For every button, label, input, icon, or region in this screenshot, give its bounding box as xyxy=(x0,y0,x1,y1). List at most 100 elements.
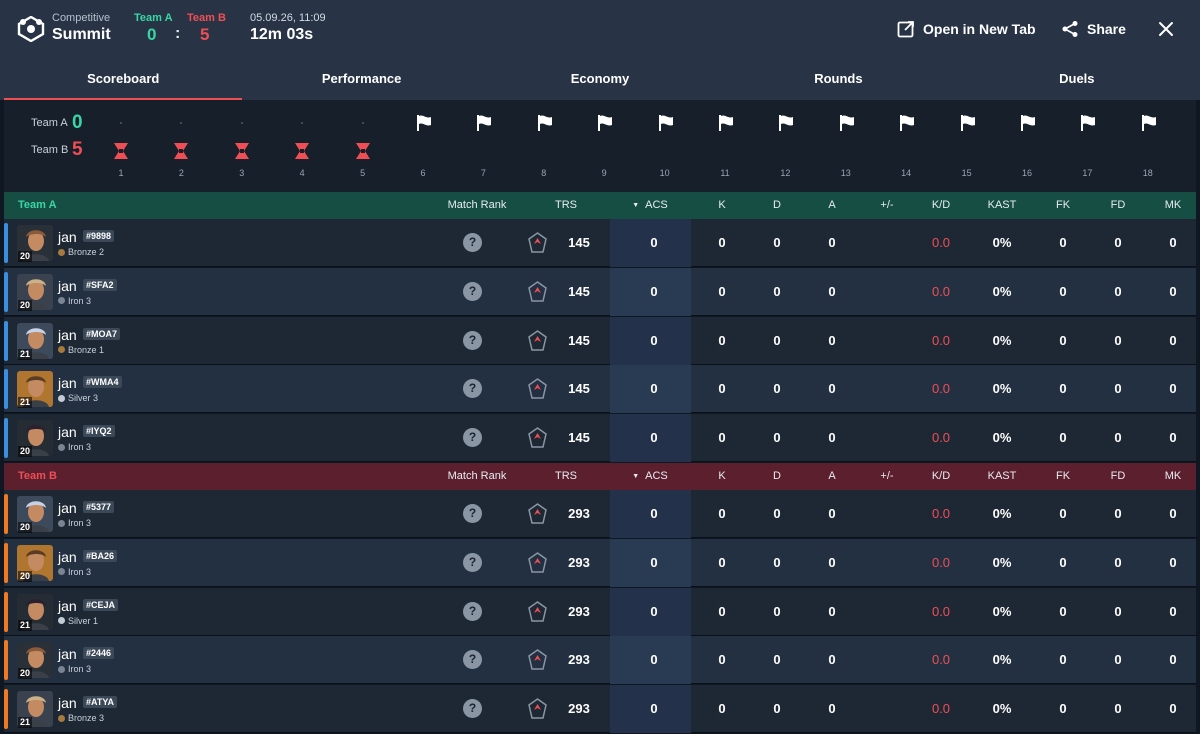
round-12[interactable]: 12 xyxy=(770,100,800,184)
column-header-kd[interactable]: K/D xyxy=(932,463,950,490)
round-number: 18 xyxy=(1142,168,1153,178)
column-header-fk[interactable]: FK xyxy=(1056,463,1070,490)
column-header-a[interactable]: A xyxy=(828,192,835,219)
match-rank-unknown-icon[interactable]: ? xyxy=(463,233,482,252)
round-15[interactable]: 15 xyxy=(952,100,982,184)
round-8[interactable]: 8 xyxy=(529,100,559,184)
round-5[interactable]: 5 xyxy=(348,100,378,184)
open-new-tab-button[interactable]: Open in New Tab xyxy=(897,18,1036,40)
stat-fk: 0 xyxy=(1059,235,1067,250)
player-name[interactable]: jan xyxy=(58,278,77,294)
tab-rounds[interactable]: Rounds xyxy=(719,56,957,100)
tab-economy[interactable]: Economy xyxy=(481,56,719,100)
stat-fd: 0 xyxy=(1114,506,1122,521)
match-rank-unknown-icon[interactable]: ? xyxy=(463,699,482,719)
column-header-match-rank[interactable]: Match Rank xyxy=(448,192,507,219)
player-name[interactable]: jan xyxy=(58,598,77,614)
round-number: 13 xyxy=(840,168,851,178)
stat-fk: 0 xyxy=(1059,332,1067,348)
round-17[interactable]: 17 xyxy=(1072,100,1102,184)
round-18[interactable]: 18 xyxy=(1133,100,1163,184)
round-6[interactable]: 6 xyxy=(408,100,438,184)
column-header-match-rank[interactable]: Match Rank xyxy=(448,463,507,490)
player-name[interactable]: jan xyxy=(58,229,77,245)
column-header-acs[interactable]: ▼ ACS xyxy=(632,192,668,219)
column-header-trs[interactable]: TRS xyxy=(555,463,577,490)
round-13[interactable]: 13 xyxy=(831,100,861,184)
stat-k: 0 xyxy=(718,554,726,570)
round-10[interactable]: 10 xyxy=(650,100,680,184)
player-name[interactable]: jan xyxy=(58,500,77,516)
share-button[interactable]: Share xyxy=(1061,18,1126,40)
share-icon xyxy=(1062,21,1078,37)
round-4[interactable]: 4 xyxy=(287,100,317,184)
player-name[interactable]: jan xyxy=(58,375,77,391)
player-row[interactable]: 21 jan #WMA4 Silver 3? 145 0 0 0 0 0.0 0% 0 0 0 xyxy=(4,365,1196,414)
round-16[interactable]: 16 xyxy=(1012,100,1042,184)
tab-scoreboard[interactable]: Scoreboard xyxy=(4,56,243,100)
column-header-kd[interactable]: K/D xyxy=(932,192,950,219)
round-3[interactable]: 3 xyxy=(227,100,257,184)
tab-performance[interactable]: Performance xyxy=(242,56,480,100)
column-header-d[interactable]: D xyxy=(773,463,781,490)
column-header-mk[interactable]: MK xyxy=(1165,192,1182,219)
player-row[interactable]: 20 jan #9898 Bronze 2? 145 0 0 0 0 0.0 0% 0 0 0 xyxy=(4,219,1196,267)
round-1[interactable]: 1 xyxy=(106,100,136,184)
stat-fk: 0 xyxy=(1059,430,1067,446)
column-header-d[interactable]: D xyxy=(773,192,781,219)
match-rank-unknown-icon[interactable]: ? xyxy=(463,650,482,670)
match-rank-unknown-icon[interactable]: ? xyxy=(463,428,482,448)
trs-rating-icon xyxy=(528,649,547,671)
player-row[interactable]: 20 jan #2446 Iron 3? 293 0 0 0 0 0.0 0% 0 0 0 xyxy=(4,636,1196,685)
timeline-team-b-score: 5 xyxy=(72,139,83,160)
stat-fd: 0 xyxy=(1114,554,1122,570)
column-header-mk[interactable]: MK xyxy=(1165,463,1182,490)
player-row[interactable]: 20 jan #SFA2 Iron 3? 145 0 0 0 0 0.0 0% 0 0 0 xyxy=(4,267,1196,316)
player-row[interactable]: 21 jan #MOA7 Bronze 1? 145 0 0 0 0 0.0 0% 0 0 0 xyxy=(4,316,1196,365)
column-header-fd[interactable]: FD xyxy=(1111,463,1126,490)
player-tag: #CEJA xyxy=(83,598,119,611)
tab-duels[interactable]: Duels xyxy=(958,56,1196,100)
column-header-kast[interactable]: KAST xyxy=(988,192,1017,219)
player-name[interactable]: jan xyxy=(58,549,77,565)
column-header-k[interactable]: K xyxy=(718,192,725,219)
rank-icon xyxy=(58,346,65,354)
player-name[interactable]: jan xyxy=(58,695,77,711)
match-rank-unknown-icon[interactable]: ? xyxy=(463,504,482,523)
player-name[interactable]: jan xyxy=(58,327,77,343)
player-row[interactable]: 20 jan #5377 Iron 3? 293 0 0 0 0 0.0 0% 0 0 0 xyxy=(4,490,1196,538)
round-number: 9 xyxy=(601,168,607,178)
player-name[interactable]: jan xyxy=(58,424,77,440)
match-rank-unknown-icon[interactable]: ? xyxy=(463,330,482,350)
player-row[interactable]: 21 jan #ATYA Bronze 3? 293 0 0 0 0 0.0 0% 0 0 0 xyxy=(4,685,1196,734)
match-rank-unknown-icon[interactable]: ? xyxy=(463,379,482,399)
player-row[interactable]: 20 jan #BA26 Iron 3? 293 0 0 0 0 0.0 0% 0 0 0 xyxy=(4,538,1196,587)
round-11[interactable]: 11 xyxy=(710,100,740,184)
team-b-header: Team B Match Rank TRS ▼ ACS K D A +/- K/D KAST FK FD… xyxy=(4,463,1196,490)
player-name[interactable]: jan xyxy=(58,646,77,662)
match-rank-unknown-icon[interactable]: ? xyxy=(463,552,482,572)
column-header-fd[interactable]: FD xyxy=(1111,192,1126,219)
column-header-kast[interactable]: KAST xyxy=(988,463,1017,490)
stat-trs: 293 xyxy=(568,603,590,619)
round-7[interactable]: 7 xyxy=(468,100,498,184)
timeline-team-a-label: Team A xyxy=(31,117,68,129)
column-header-fk[interactable]: FK xyxy=(1056,192,1070,219)
column-header-plus-minus[interactable]: +/- xyxy=(880,192,893,219)
column-header-plus-minus[interactable]: +/- xyxy=(880,463,893,490)
player-row[interactable]: 20 jan #IYQ2 Iron 3? 145 0 0 0 0 0.0 0% 0 0 0 xyxy=(4,414,1196,463)
round-9[interactable]: 9 xyxy=(589,100,619,184)
column-header-k[interactable]: K xyxy=(718,463,725,490)
round-14[interactable]: 14 xyxy=(891,100,921,184)
round-number: 4 xyxy=(299,168,305,178)
column-header-acs[interactable]: ▼ ACS xyxy=(632,463,668,490)
round-2[interactable]: 2 xyxy=(166,100,196,184)
match-rank-unknown-icon[interactable]: ? xyxy=(463,281,482,301)
column-header-a[interactable]: A xyxy=(828,463,835,490)
column-header-trs[interactable]: TRS xyxy=(555,192,577,219)
player-rank: Bronze 2 xyxy=(58,247,104,257)
close-icon[interactable] xyxy=(1157,20,1175,38)
round-empty-dot xyxy=(120,122,122,124)
player-row[interactable]: 21 jan #CEJA Silver 1? 293 0 0 0 0 0.0 0% 0 0 0 xyxy=(4,587,1196,636)
match-rank-unknown-icon[interactable]: ? xyxy=(463,601,482,621)
